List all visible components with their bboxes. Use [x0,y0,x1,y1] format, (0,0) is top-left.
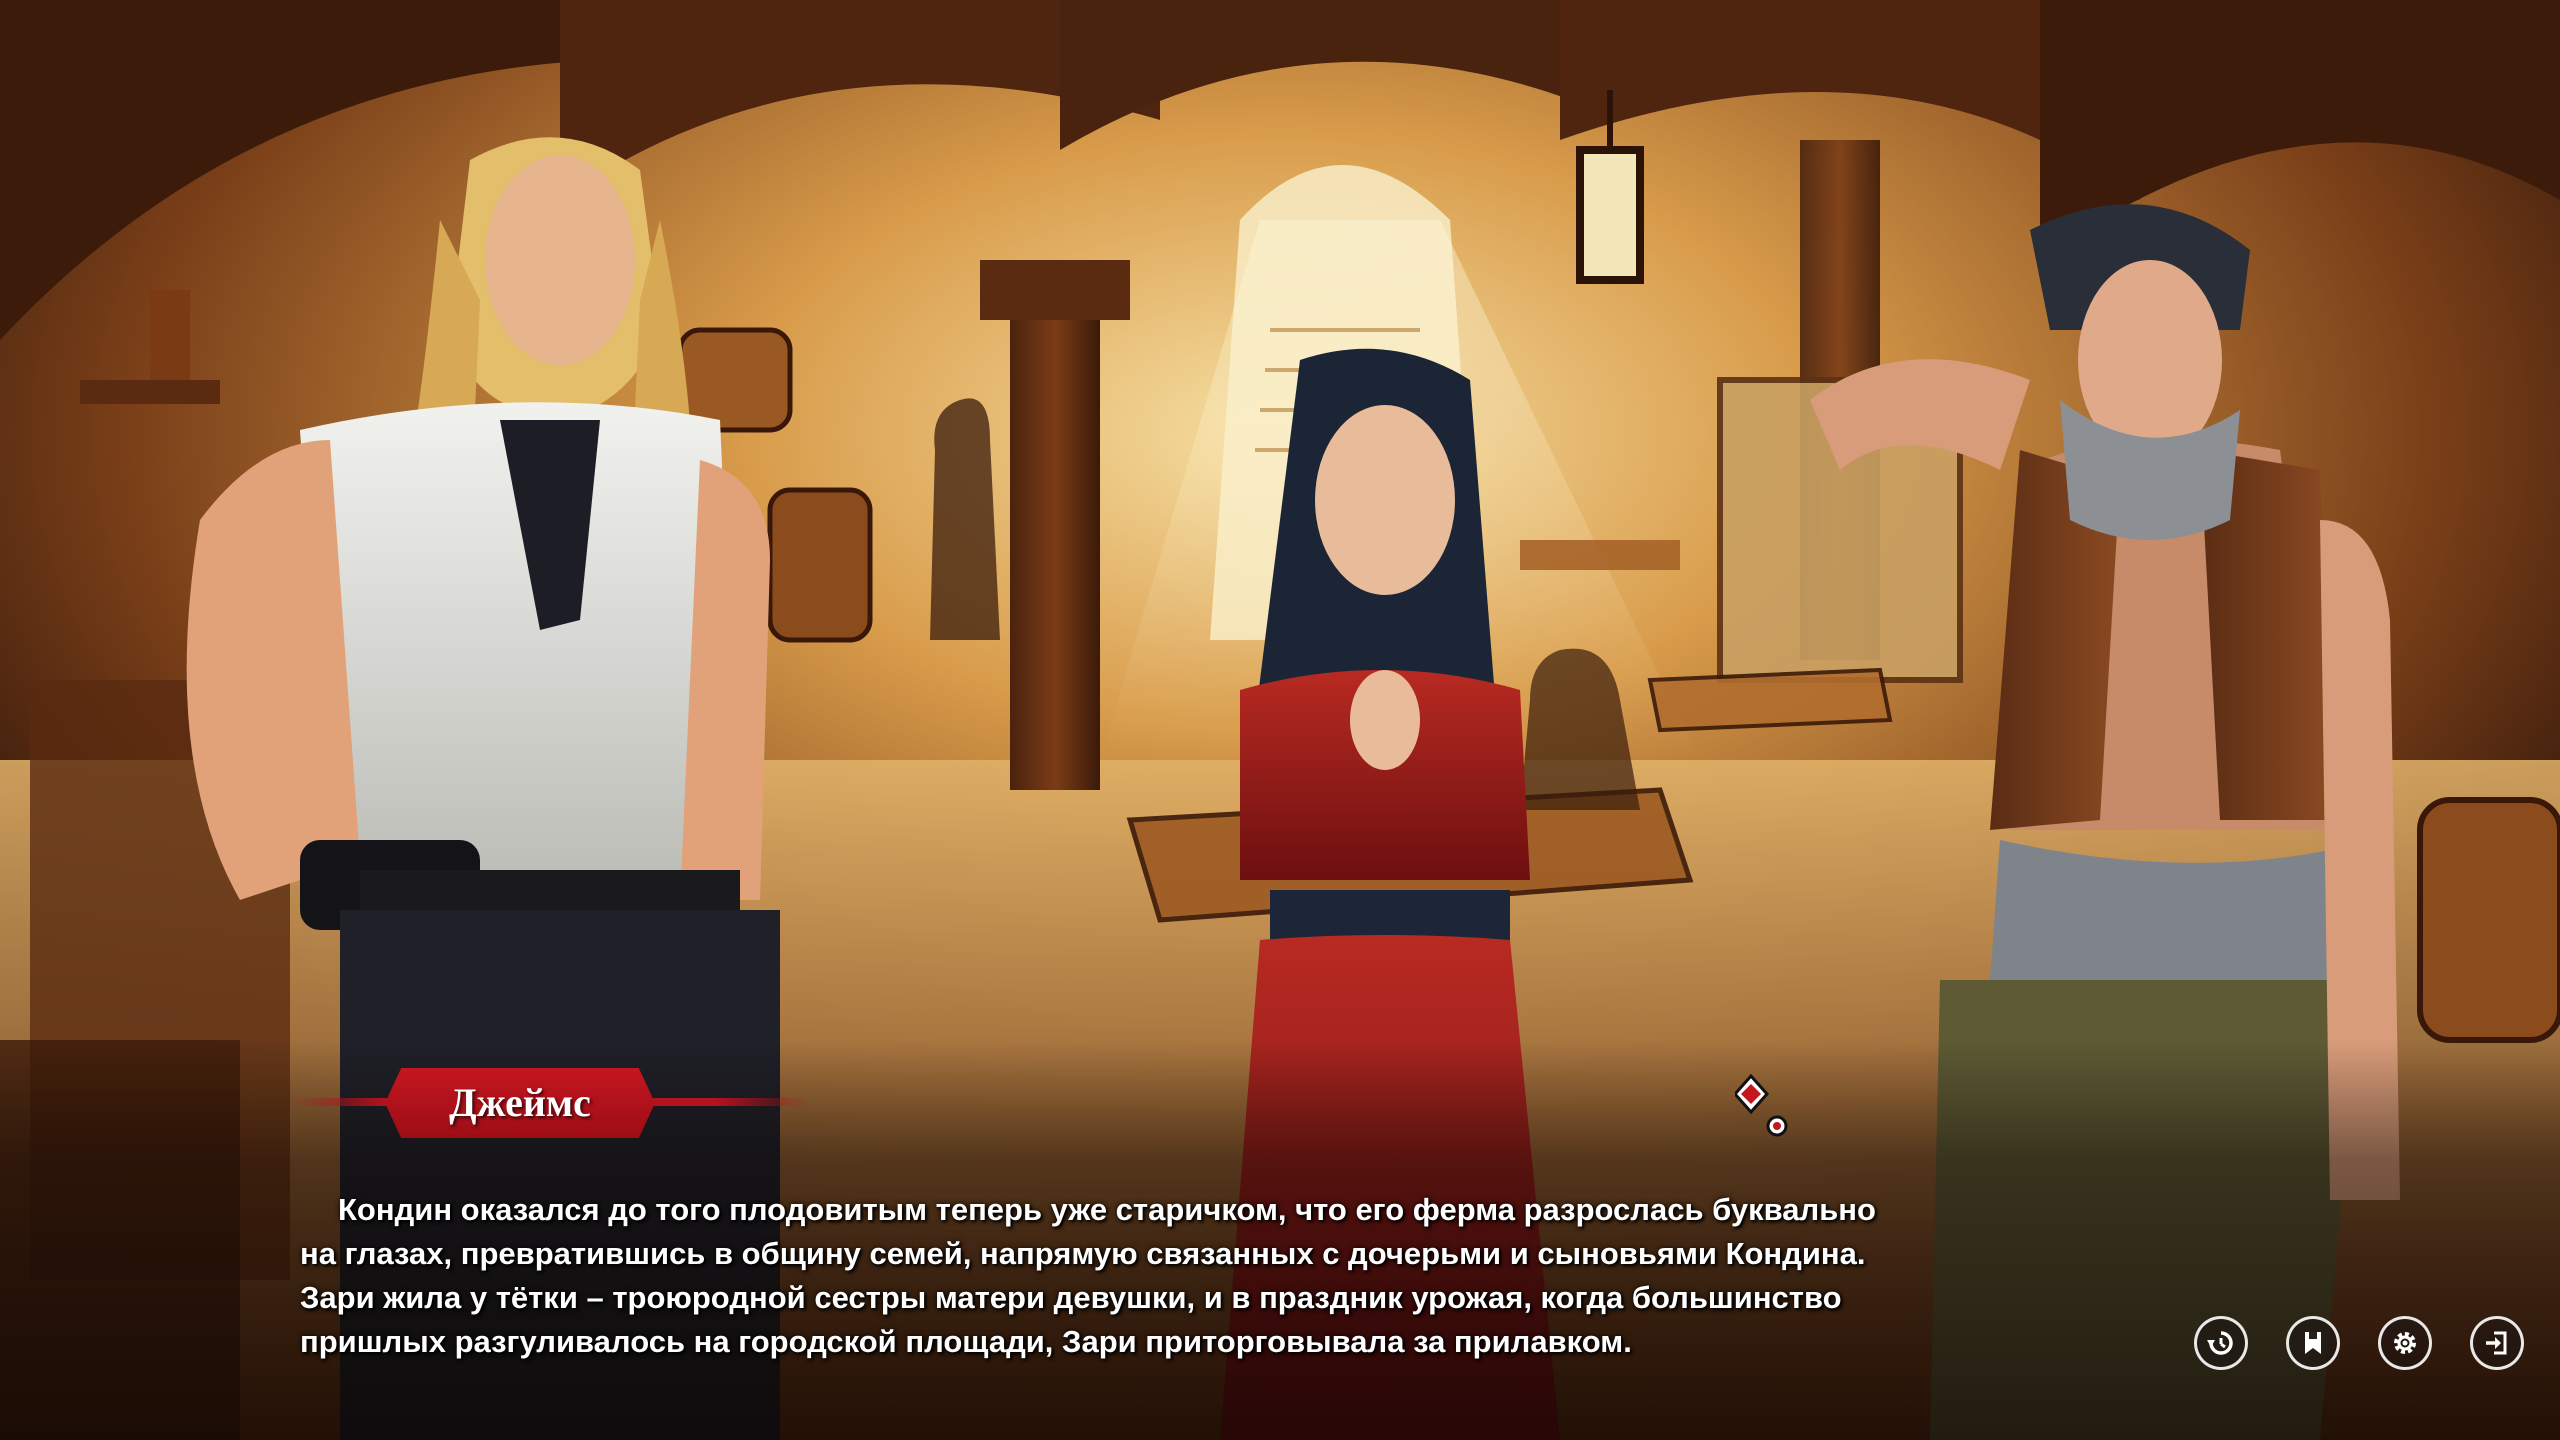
speaker-nameplate: Джеймс [290,1068,810,1140]
save-button[interactable] [2286,1316,2340,1370]
dialogue-line: Зари жила у тётки – троюродной сестры ма… [300,1280,1842,1315]
quick-menu [2194,1316,2524,1370]
settings-button[interactable] [2378,1316,2432,1370]
dialogue-line: Кондин оказался до того плодовитым тепер… [338,1192,1876,1227]
dialogue-line: пришлых разгуливалось на городской площа… [300,1324,1632,1359]
gear-icon [2394,1332,2416,1354]
speaker-name: Джеймс [449,1080,591,1125]
bookmark-icon [2305,1332,2321,1354]
exit-button[interactable] [2470,1316,2524,1370]
dialogue-text[interactable]: Кондин оказался до того плодовитым тепер… [300,1188,2150,1364]
advance-indicator-icon [1732,1072,1791,1140]
dialogue-line: на глазах, превратившись в общину семей,… [300,1236,1866,1271]
rollback-button[interactable] [2194,1316,2248,1370]
exit-icon [2486,1331,2507,1355]
rollback-icon [2207,1331,2233,1355]
